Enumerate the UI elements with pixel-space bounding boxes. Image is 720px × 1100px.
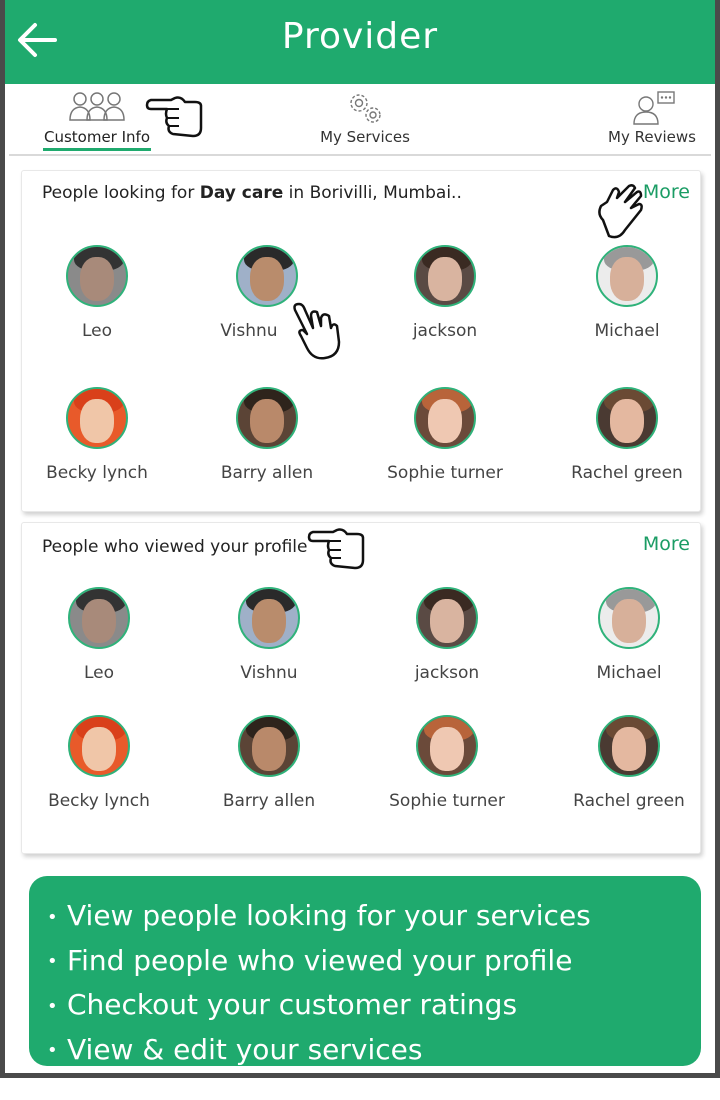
phone-frame: Provider Customer Info My Services My Re… [0, 0, 720, 1078]
person-item[interactable]: Barry allen [194, 715, 344, 811]
avatar [598, 715, 660, 777]
person-item[interactable]: Rachel green [552, 387, 702, 483]
app-header: Provider [5, 0, 715, 84]
person-item[interactable]: Leo [24, 587, 174, 683]
person-item[interactable]: Sophie turner [372, 715, 522, 811]
person-name: Barry allen [220, 463, 314, 483]
person-item[interactable]: Michael [552, 245, 702, 341]
avatar [414, 245, 476, 307]
pointing-hand-up-icon [598, 184, 643, 239]
tab-customer-info[interactable]: Customer Info [39, 84, 155, 154]
person-name: jackson [414, 663, 480, 683]
tab-label: Customer Info [43, 128, 151, 146]
person-name: Michael [594, 321, 660, 341]
more-link[interactable]: More [643, 181, 690, 203]
person-name: jackson [412, 321, 478, 341]
person-item[interactable]: Sophie turner [370, 387, 520, 483]
avatar [596, 245, 658, 307]
feature-bullet: • View people looking for your services [47, 899, 591, 932]
person-chat-icon [633, 91, 675, 125]
person-name: Michael [596, 663, 662, 683]
card-title: People looking for Day care in Borivilli… [42, 183, 462, 203]
person-name: Sophie turner [389, 791, 505, 811]
tab-my-reviews[interactable]: My Reviews [607, 84, 697, 154]
pointing-hand-left-icon [307, 528, 365, 570]
person-item[interactable]: jackson [370, 245, 520, 341]
person-item[interactable]: Rachel green [554, 715, 704, 811]
person-name: Leo [81, 321, 113, 341]
avatar [238, 587, 300, 649]
avatar [66, 245, 128, 307]
more-link[interactable]: More [643, 533, 690, 555]
avatar [598, 587, 660, 649]
avatar [66, 387, 128, 449]
tab-label: My Services [320, 128, 410, 146]
person-name: Becky lynch [48, 791, 150, 811]
person-name: Rachel green [571, 463, 683, 483]
avatar [416, 587, 478, 649]
tab-label: My Reviews [608, 128, 696, 146]
person-name: Vishnu [240, 663, 298, 683]
person-item[interactable]: Leo [22, 245, 172, 341]
active-tab-indicator [43, 148, 151, 151]
feature-bullet: • Checkout your customer ratings [47, 988, 518, 1021]
tab-my-services[interactable]: My Services [315, 84, 415, 154]
avatar [596, 387, 658, 449]
tab-bar: Customer Info My Services My Reviews [9, 84, 711, 156]
people-group-icon [69, 92, 125, 121]
feature-bullet: • Find people who viewed your profile [47, 943, 573, 977]
person-item[interactable]: Michael [554, 587, 704, 683]
avatar [236, 387, 298, 449]
avatar [416, 715, 478, 777]
avatar [68, 715, 130, 777]
avatar [238, 715, 300, 777]
avatar [68, 587, 130, 649]
person-name: Barry allen [222, 791, 316, 811]
gears-icon [350, 94, 381, 123]
person-item[interactable]: Becky lynch [24, 715, 174, 811]
person-item[interactable]: Vishnu [194, 587, 344, 683]
person-name: Rachel green [573, 791, 685, 811]
person-name: Becky lynch [46, 463, 148, 483]
card-title: People who viewed your profile [42, 537, 308, 557]
person-item[interactable]: Barry allen [192, 387, 342, 483]
feature-bullet: • View & edit your services [47, 1032, 423, 1066]
person-item[interactable]: Becky lynch [22, 387, 172, 483]
person-name: Sophie turner [387, 463, 503, 483]
feature-banner: • View people looking for your services •… [29, 876, 701, 1066]
pointing-hand-left-icon [145, 96, 203, 138]
avatar [414, 387, 476, 449]
person-name: Leo [83, 663, 115, 683]
avatar [236, 245, 298, 307]
person-item[interactable]: jackson [372, 587, 522, 683]
page-title: Provider [281, 16, 439, 57]
pointing-hand-click-icon [293, 302, 341, 360]
